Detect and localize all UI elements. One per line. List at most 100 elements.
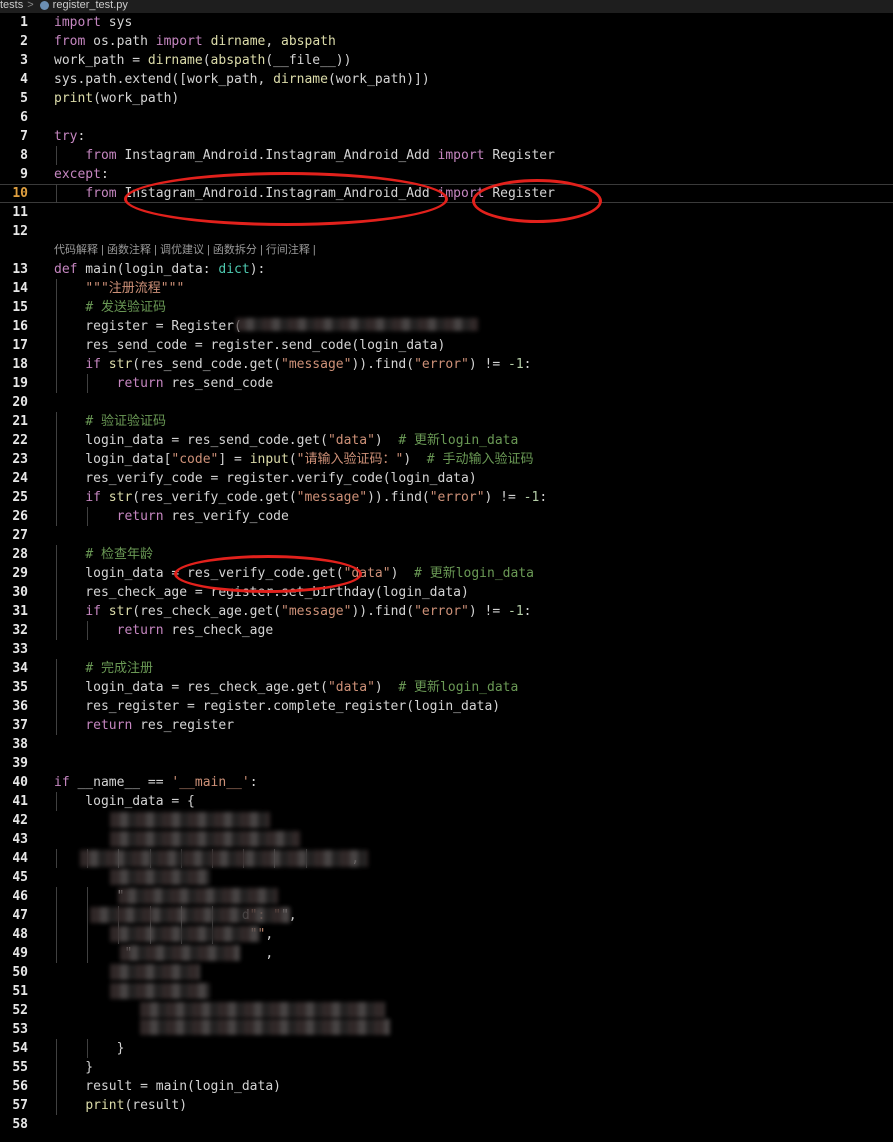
code-line[interactable]: 2 from os.path import dirname, abspath — [0, 32, 893, 51]
code-line[interactable]: 35 login_data = res_check_age.get("data"… — [0, 678, 893, 697]
line-number: 19 — [12, 376, 28, 391]
line-number: 36 — [12, 699, 28, 714]
code-line[interactable]: 27 — [0, 526, 893, 545]
code-line[interactable]: 39 — [0, 754, 893, 773]
code-text: } — [54, 1060, 94, 1075]
code-line[interactable]: 30 res_check_age = register.set_birthday… — [0, 583, 893, 602]
code-text: if str(res_send_code.get("message")).fin… — [85, 357, 532, 372]
code-line[interactable]: 4 sys.path.extend([work_path, dirname(wor… — [0, 70, 893, 89]
line-number: 51 — [12, 984, 28, 999]
code-line[interactable]: 41 login_data = { — [0, 792, 893, 811]
code-line[interactable]: 8 from Instagram_Android.Instagram_Andro… — [0, 146, 893, 165]
breadcrumb: tests > register_test.py — [0, 0, 893, 13]
code-line[interactable]: 54 } — [0, 1039, 893, 1058]
redacted-region — [110, 869, 210, 885]
code-line[interactable]: 56 result = main(login_data) — [0, 1077, 893, 1096]
code-line[interactable]: 28 # 检查年龄 — [0, 545, 893, 564]
line-number: 25 — [12, 490, 28, 505]
code-line[interactable]: 37 return res_register — [0, 716, 893, 735]
code-line[interactable]: 17 res_send_code = register.send_code(lo… — [0, 336, 893, 355]
code-line[interactable]: 29 login_data = res_verify_code.get("dat… — [0, 564, 893, 583]
line-number: 54 — [12, 1041, 28, 1056]
code-line[interactable]: 12 — [0, 222, 893, 241]
python-file-icon — [39, 1, 49, 10]
redacted-region — [90, 907, 290, 923]
line-number: 23 — [12, 452, 28, 467]
line-number: 12 — [12, 224, 28, 239]
code-line[interactable]: 18 if str(res_send_code.get("message")).… — [0, 355, 893, 374]
code-line[interactable]: 1 import sys — [0, 13, 893, 32]
line-number: 50 — [12, 965, 28, 980]
line-number: 14 — [12, 281, 28, 296]
code-line[interactable]: 23 login_data["code"] = input("请输入验证码：")… — [0, 450, 893, 469]
code-text: register = Register( — [54, 319, 242, 334]
code-line[interactable]: 58 — [0, 1115, 893, 1134]
line-number: 42 — [12, 813, 28, 828]
redacted-region — [110, 831, 300, 847]
code-line[interactable]: 20 — [0, 393, 893, 412]
code-line[interactable]: 26 return res_verify_code — [0, 507, 893, 526]
code-text: login_data = res_check_age.get("data") #… — [54, 680, 519, 695]
line-number: 8 — [20, 148, 28, 163]
code-line[interactable]: 55 } — [0, 1058, 893, 1077]
line-number: 27 — [12, 528, 28, 543]
code-line[interactable]: 40 if __name__ == '__main__': — [0, 773, 893, 792]
code-text: """注册流程""" — [85, 281, 185, 296]
code-line[interactable]: 34 # 完成注册 — [0, 659, 893, 678]
code-line[interactable]: 32 return res_check_age — [0, 621, 893, 640]
redacted-region — [236, 318, 478, 331]
code-line[interactable]: 19 return res_send_code — [0, 374, 893, 393]
line-number: 39 — [12, 756, 28, 771]
line-number: 38 — [12, 737, 28, 752]
code-line[interactable]: 15 # 发送验证码 — [0, 298, 893, 317]
code-line[interactable]: 7 try: — [0, 127, 893, 146]
code-text: sys.path.extend([work_path, dirname(work… — [54, 72, 430, 87]
line-number: 55 — [12, 1060, 28, 1075]
line-number: 17 — [12, 338, 28, 353]
codelens-actions[interactable]: 代码解释 | 函数注释 | 调优建议 | 函数拆分 | 行间注释 | — [0, 241, 893, 260]
code-line[interactable]: 13 def main(login_data: dict): — [0, 260, 893, 279]
code-line[interactable]: 14 """注册流程""" — [0, 279, 893, 298]
line-number: 16 — [12, 319, 28, 334]
line-number: 18 — [12, 357, 28, 372]
line-number: 37 — [12, 718, 28, 733]
annotation-circle — [174, 555, 362, 593]
code-line[interactable]: 33 — [0, 640, 893, 659]
code-line[interactable]: 22 login_data = res_send_code.get("data"… — [0, 431, 893, 450]
code-text: work_path = dirname(abspath(__file__)) — [54, 53, 352, 68]
code-text: login_data = { — [54, 794, 195, 809]
code-text: res_verify_code = register.verify_code(l… — [54, 471, 477, 486]
codelens-label[interactable]: 代码解释 | 函数注释 | 调优建议 | 函数拆分 | 行间注释 | — [54, 241, 319, 260]
code-line[interactable]: 52 — [0, 1001, 893, 1020]
code-line[interactable]: 31 if str(res_check_age.get("message")).… — [0, 602, 893, 621]
line-number: 40 — [12, 775, 28, 790]
line-number: 2 — [20, 34, 28, 49]
line-number: 4 — [20, 72, 28, 87]
code-line[interactable]: 53 — [0, 1020, 893, 1039]
line-number: 24 — [12, 471, 28, 486]
code-line[interactable]: 36 res_register = register.complete_regi… — [0, 697, 893, 716]
code-text: if str(res_check_age.get("message")).fin… — [85, 604, 532, 619]
code-line[interactable]: 6 — [0, 108, 893, 127]
code-text: res_send_code = register.send_code(login… — [54, 338, 446, 353]
code-line[interactable]: 38 — [0, 735, 893, 754]
code-line[interactable]: 3 work_path = dirname(abspath(__file__)) — [0, 51, 893, 70]
breadcrumb-folder[interactable]: tests — [0, 0, 23, 11]
code-line[interactable]: 24 res_verify_code = register.verify_cod… — [0, 469, 893, 488]
line-number: 3 — [20, 53, 28, 68]
line-number: 35 — [12, 680, 28, 695]
line-number: 5 — [20, 91, 28, 106]
code-line[interactable]: 57 print(result) — [0, 1096, 893, 1115]
line-number: 22 — [12, 433, 28, 448]
breadcrumb-file[interactable]: register_test.py — [53, 0, 128, 11]
code-line[interactable]: 9 except: — [0, 165, 893, 184]
code-text: # 发送验证码 — [85, 300, 166, 315]
code-line[interactable]: 5 print(work_path) — [0, 89, 893, 108]
code-line[interactable]: 21 # 验证验证码 — [0, 412, 893, 431]
code-text: login_data["code"] = input("请输入验证码：") # … — [54, 452, 534, 467]
annotation-circle — [124, 172, 448, 226]
line-number: 26 — [12, 509, 28, 524]
line-number: 31 — [12, 604, 28, 619]
code-line[interactable]: 25 if str(res_verify_code.get("message")… — [0, 488, 893, 507]
code-text: if __name__ == '__main__': — [54, 775, 258, 790]
